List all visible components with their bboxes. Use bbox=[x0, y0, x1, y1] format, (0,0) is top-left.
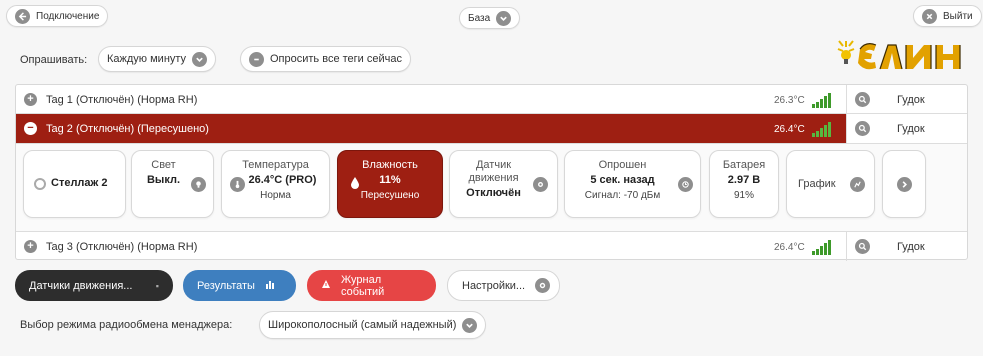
tag-detail-panel: Стеллаж 2 Свет Выкл. Температура 26.4°C … bbox=[16, 143, 967, 231]
humidity-title: Влажность bbox=[362, 159, 418, 171]
exit-label: Выйти bbox=[943, 10, 973, 22]
settings-button[interactable]: Настройки... bbox=[447, 270, 560, 301]
battery-title: Батарея bbox=[722, 159, 766, 171]
temperature-status: Норма bbox=[260, 190, 291, 201]
clock-icon bbox=[678, 177, 693, 192]
results-label: Результаты bbox=[197, 279, 255, 292]
motion-sensors-button[interactable]: Датчики движения... ▪ bbox=[15, 270, 173, 301]
polled-value: 5 сек. назад bbox=[590, 174, 655, 186]
tag-temperature: 26.3°C bbox=[774, 95, 805, 106]
location-name: Стеллаж 2 bbox=[51, 177, 108, 189]
tag-list: + Tag 1 (Отключён) (Норма RH) 26.3°C Гуд… bbox=[15, 84, 969, 261]
battery-percent: 91% bbox=[733, 190, 754, 201]
tag-row-selected[interactable]: − Tag 2 (Отключён) (Пересушено) 26.4°C Г… bbox=[16, 114, 967, 143]
poll-all-button[interactable]: Опросить все теги сейчас bbox=[240, 46, 411, 72]
chevron-right-icon bbox=[897, 177, 912, 192]
polled-tile[interactable]: Опрошен 5 сек. назад Сигнал: -70 дБм bbox=[564, 150, 701, 218]
motion-tile[interactable]: Датчик движения Отключён bbox=[449, 150, 558, 218]
warning-icon bbox=[321, 279, 331, 292]
tag-temperature: 26.4°C bbox=[774, 242, 805, 253]
search-icon bbox=[855, 92, 870, 107]
beep-label: Гудок bbox=[897, 241, 925, 253]
graph-label: График bbox=[798, 178, 836, 190]
poll-all-label: Опросить все теги сейчас bbox=[270, 53, 402, 65]
light-title: Свет bbox=[151, 159, 176, 171]
chevron-down-icon bbox=[496, 10, 512, 26]
battery-tile[interactable]: Батарея 2.97 В 91% bbox=[709, 150, 779, 218]
signal-value: Сигнал: -70 дБм bbox=[584, 190, 661, 201]
signal-strength-icon bbox=[812, 240, 831, 255]
temperature-title: Температура bbox=[242, 159, 309, 171]
radio-mode-value: Широкополосный (самый надежный) bbox=[268, 319, 457, 331]
motion-sensors-label: Датчики движения... bbox=[29, 279, 133, 292]
light-bulb-icon bbox=[191, 177, 206, 192]
company-logo bbox=[836, 37, 970, 77]
beep-label: Гудок bbox=[897, 94, 925, 106]
search-icon bbox=[855, 239, 870, 254]
next-button[interactable] bbox=[882, 150, 926, 218]
bar-chart-icon bbox=[265, 279, 275, 292]
radio-mode-select[interactable]: Широкополосный (самый надежный) bbox=[259, 311, 487, 339]
exit-button[interactable]: Выйти bbox=[913, 5, 982, 27]
location-tile[interactable]: Стеллаж 2 bbox=[23, 150, 126, 218]
graph-button[interactable]: График bbox=[786, 150, 875, 218]
event-log-button[interactable]: Журнал событий bbox=[307, 270, 436, 301]
back-arrow-icon bbox=[15, 8, 30, 24]
light-tile[interactable]: Свет Выкл. bbox=[131, 150, 214, 218]
tag-name: Tag 2 (Отключён) (Пересушено) bbox=[46, 123, 209, 135]
beep-button[interactable]: Гудок bbox=[846, 114, 969, 143]
battery-value: 2.97 В bbox=[727, 174, 761, 186]
humidity-tile[interactable]: Влажность 11% Пересушено bbox=[337, 150, 443, 218]
temperature-value: 26.4°C (PRO) bbox=[248, 174, 317, 186]
tag-name: Tag 1 (Отключён) (Норма RH) bbox=[46, 94, 198, 106]
beep-button[interactable]: Гудок bbox=[846, 232, 969, 261]
tag-temperature: 26.4°C bbox=[774, 124, 805, 135]
radio-icon bbox=[34, 178, 46, 190]
close-icon bbox=[922, 8, 937, 24]
base-label: База bbox=[468, 12, 491, 24]
tag-row[interactable]: + Tag 1 (Отключён) (Норма RH) 26.3°C Гуд… bbox=[16, 85, 967, 114]
gear-icon bbox=[535, 278, 551, 293]
settings-label: Настройки... bbox=[462, 279, 526, 292]
search-icon bbox=[855, 121, 870, 136]
poll-interval-value: Каждую минуту bbox=[107, 53, 187, 65]
signal-strength-icon bbox=[812, 93, 831, 108]
expand-icon[interactable]: + bbox=[24, 93, 37, 106]
tag-name: Tag 3 (Отключён) (Норма RH) bbox=[46, 241, 198, 253]
collapse-icon[interactable]: − bbox=[24, 122, 37, 135]
event-log-label: Журнал событий bbox=[341, 273, 385, 298]
grid-icon: ▪ bbox=[155, 280, 159, 291]
beep-label: Гудок bbox=[897, 123, 925, 135]
polled-title: Опрошен bbox=[598, 159, 647, 171]
base-select-button[interactable]: База bbox=[459, 7, 521, 29]
temperature-tile[interactable]: Температура 26.4°C (PRO) Норма bbox=[221, 150, 330, 218]
beep-button[interactable]: Гудок bbox=[846, 85, 969, 114]
poll-label: Опрашивать: bbox=[20, 54, 88, 66]
motion-title-1: Датчик bbox=[475, 159, 512, 171]
poll-interval-select[interactable]: Каждую минуту bbox=[98, 46, 217, 72]
signal-strength-icon bbox=[812, 122, 831, 137]
humidity-value: 11% bbox=[379, 174, 401, 186]
chart-icon bbox=[850, 177, 865, 192]
results-button[interactable]: Результаты bbox=[183, 270, 296, 301]
radio-mode-label: Выбор режима радиообмена менаджера: bbox=[20, 319, 233, 331]
tag-row[interactable]: + Tag 3 (Отключён) (Норма RH) 26.4°C Гуд… bbox=[16, 231, 969, 261]
chevron-down-icon bbox=[192, 51, 208, 67]
expand-icon[interactable]: + bbox=[24, 240, 37, 253]
humidity-status: Пересушено bbox=[360, 190, 420, 201]
connect-label: Подключение bbox=[36, 10, 100, 22]
minus-circle-icon bbox=[249, 51, 264, 67]
chevron-down-icon bbox=[462, 317, 478, 333]
connect-button[interactable]: Подключение bbox=[6, 5, 109, 27]
